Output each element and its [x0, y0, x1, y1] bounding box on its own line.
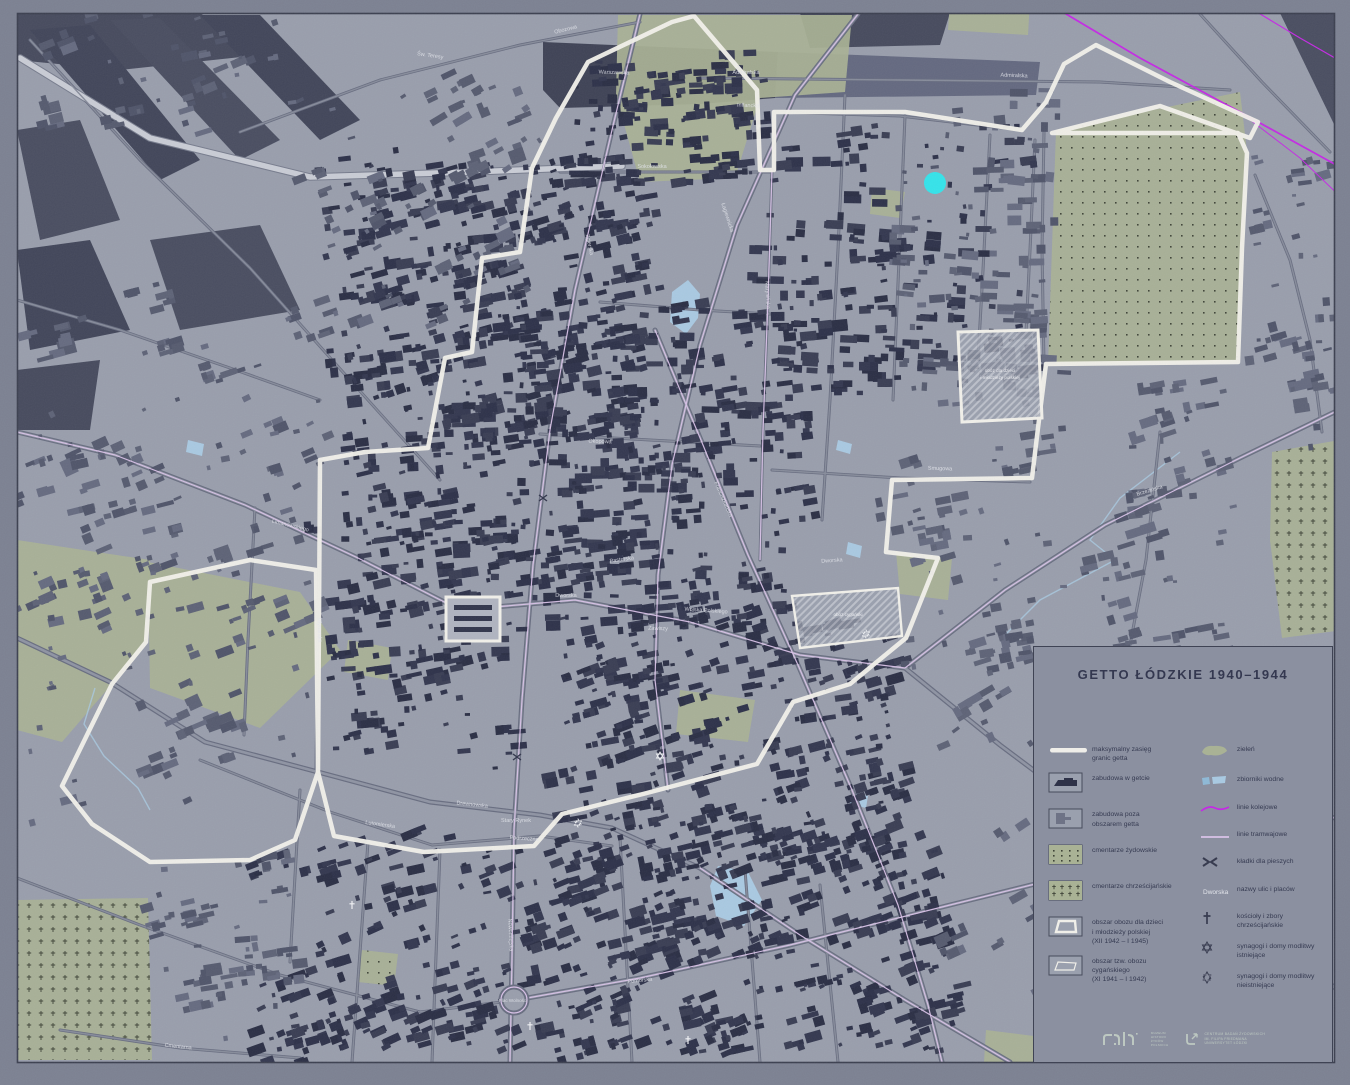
legend-label: linie tramwajowe [1237, 828, 1287, 839]
svg-text:obóz dla dzieci: obóz dla dzieci [985, 368, 1015, 373]
churches-swatch [1199, 910, 1237, 931]
legend-label: synagogi i domy modlitwyistniejące [1237, 940, 1314, 960]
legend-label: zbiorniki wodne [1237, 773, 1284, 784]
legend-item-boundary: maksymalny zasięggranic getta [1048, 743, 1199, 763]
legend-item-built-in-ghetto: zabudowa w getcie [1048, 772, 1199, 799]
svg-text:Marysińska: Marysińska [764, 281, 771, 310]
svg-text:Inflancka: Inflancka [737, 103, 760, 110]
svg-text:Nowomiejska: Nowomiejska [506, 919, 513, 953]
svg-text:Warszawska: Warszawska [598, 69, 630, 76]
christian-cemeteries-swatch [1048, 880, 1092, 907]
svg-text:Zawiszy: Zawiszy [648, 626, 668, 633]
cbz-text: CENTRUM BADAŃ ŻYDOWSKICHIM. FILIPA FRIED… [1204, 1032, 1265, 1046]
railways-swatch [1199, 801, 1237, 819]
legend-label: kładki dla pieszych [1237, 855, 1294, 866]
legend-panel: GETTO ŁÓDZKIE 1940–1944 maksymalny zasię… [1033, 646, 1333, 1063]
svg-text:obóz cygański: obóz cygański [833, 612, 862, 617]
green-swatch [1199, 743, 1237, 764]
gypsy-camp-swatch [1048, 955, 1092, 982]
polin-logo: MUZEUMHISTORIIŻYDÓWPOLSKICH [1101, 1030, 1169, 1048]
legend-label: linie kolejowe [1237, 801, 1277, 812]
legend-item-gypsy-camp: obszar tzw. obozucygańskiego(XI 1941 – I… [1048, 955, 1199, 985]
built-outside-swatch [1048, 808, 1092, 835]
legend-label: synagogi i domy modlitwynieistniejące [1237, 970, 1314, 990]
legend-item-footbridges: kładki dla pieszych [1199, 855, 1326, 874]
svg-text:Admiralska: Admiralska [732, 70, 760, 76]
footbridges-swatch [1199, 855, 1237, 874]
jewish-cemeteries-swatch [1048, 844, 1092, 871]
synagogues-existing-swatch [1199, 940, 1237, 961]
credits: MUZEUMHISTORIIŻYDÓWPOLSKICH CENTRUM BADA… [1034, 1030, 1332, 1048]
legend-label: cmentarze żydowskie [1092, 844, 1157, 855]
legend-item-railways: linie kolejowe [1199, 801, 1326, 819]
svg-text:Admiralska: Admiralska [1000, 73, 1028, 80]
svg-text:Młynarska: Młynarska [316, 617, 323, 643]
cbz-glyph [1184, 1031, 1200, 1047]
svg-text:Dworska: Dworska [1203, 889, 1229, 896]
legend-item-synagogues-existing: synagogi i domy modlitwyistniejące [1199, 940, 1326, 961]
boundary-swatch [1048, 743, 1092, 761]
legend-label: kościoły i zborychrześcijańskie [1237, 910, 1283, 930]
synagogues-gone-swatch [1199, 970, 1237, 991]
svg-text:Plac Wolności: Plac Wolności [499, 998, 527, 1003]
svg-text:Sokołowska: Sokołowska [637, 164, 667, 170]
legend-item-water: zbiorniki wodne [1199, 773, 1326, 792]
legend-label: zieleń [1237, 743, 1255, 754]
cbz-logo: CENTRUM BADAŃ ŻYDOWSKICHIM. FILIPA FRIED… [1184, 1031, 1265, 1047]
street-names-swatch: Dworska [1199, 883, 1237, 901]
svg-text:Smugowa: Smugowa [928, 466, 954, 473]
legend-item-synagogues-gone: synagogi i domy modlitwynieistniejące [1199, 970, 1326, 991]
location-marker[interactable] [924, 172, 946, 194]
built-in-ghetto-swatch [1048, 772, 1092, 799]
legend-item-children-camp: obszar obozu dla dziecii młodzieży polsk… [1048, 916, 1199, 946]
legend-items: maksymalny zasięggranic getta zabudowa w … [1048, 743, 1326, 1000]
legend-item-tramways: linie tramwajowe [1199, 828, 1326, 846]
children-camp-swatch [1048, 916, 1092, 943]
legend-item-jewish-cemeteries: cmentarze żydowskie [1048, 844, 1199, 871]
svg-text:Okopowa: Okopowa [588, 439, 612, 446]
polin-text: MUZEUMHISTORIIŻYDÓWPOLSKICH [1151, 1031, 1169, 1048]
legend-label: cmentarze chrześcijańskie [1092, 880, 1172, 891]
svg-text:Dworska: Dworska [555, 593, 577, 599]
legend-label: obszar tzw. obozucygańskiego(XI 1941 – I… [1092, 955, 1146, 985]
polin-glyph [1101, 1030, 1147, 1048]
legend-item-green: zieleń [1199, 743, 1326, 764]
legend-label: obszar obozu dla dziecii młodzieży polsk… [1092, 916, 1163, 946]
legend-label: zabudowa pozaobszarem getta [1092, 808, 1140, 828]
tramways-swatch [1199, 828, 1237, 846]
legend-item-christian-cemeteries: cmentarze chrześcijańskie [1048, 880, 1199, 907]
svg-text:Stary Rynek: Stary Rynek [501, 818, 531, 824]
legend-label: nazwy ulic i placów [1237, 883, 1295, 894]
legend-label: maksymalny zasięggranic getta [1092, 743, 1151, 763]
legend-title: GETTO ŁÓDZKIE 1940–1944 [1034, 667, 1332, 682]
legend-item-street-names: Dworska nazwy ulic i placów [1199, 883, 1326, 901]
svg-text:i młodzieży polskiej: i młodzieży polskiej [980, 375, 1019, 380]
legend-item-built-outside: zabudowa pozaobszarem getta [1048, 808, 1199, 835]
legend-item-churches: kościoły i zborychrześcijańskie [1199, 910, 1326, 931]
water-swatch [1199, 773, 1237, 792]
legend-label: zabudowa w getcie [1092, 772, 1150, 783]
map-poster: obóz dla dzieci i młodzieży polskiej obóz … [0, 0, 1350, 1085]
